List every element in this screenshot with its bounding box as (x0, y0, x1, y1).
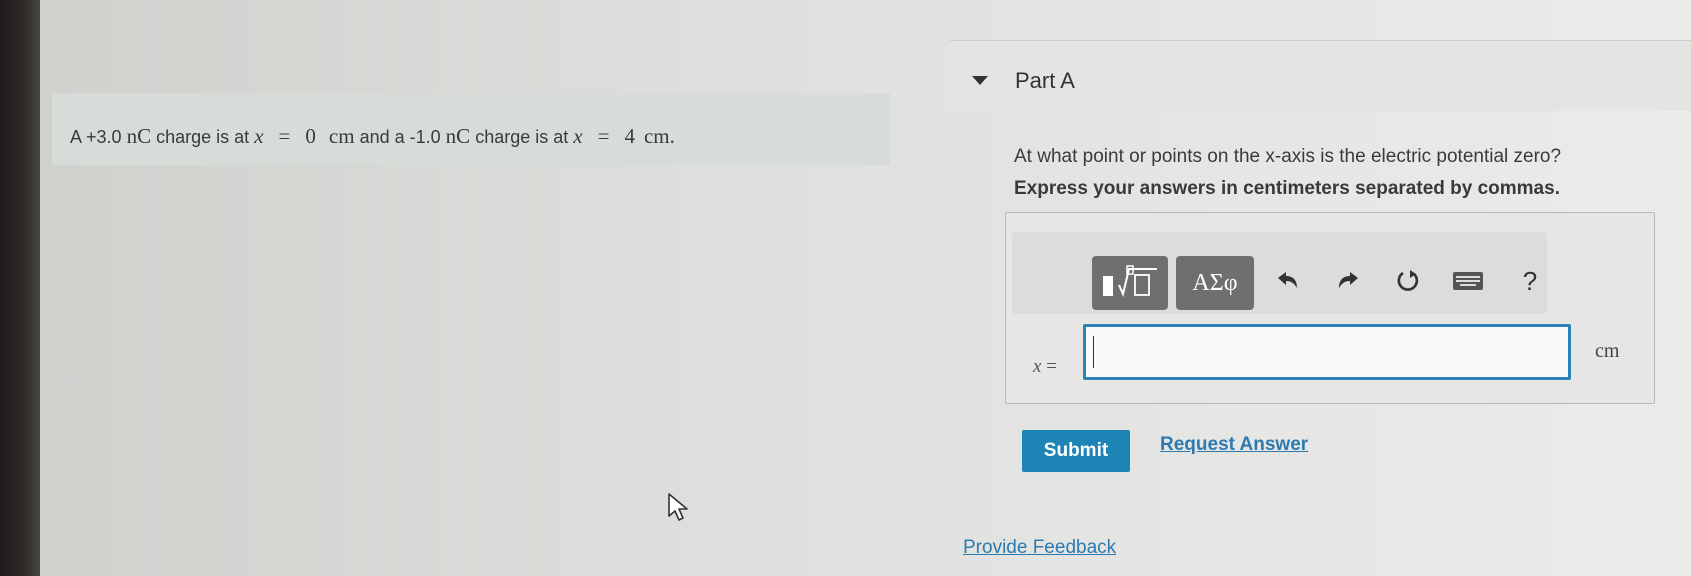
question-text: At what point or points on the x-axis is… (1014, 146, 1562, 167)
problem-period: . (669, 124, 675, 148)
part-title[interactable]: Part A (1015, 68, 1075, 94)
position1-value: 0 (305, 124, 316, 148)
undo-icon[interactable] (1271, 262, 1305, 300)
keyboard-icon[interactable] (1451, 262, 1485, 300)
position1-unit: cm (328, 124, 355, 148)
problem-mid1: charge is at (156, 127, 250, 147)
position2-unit: cm (643, 124, 670, 148)
equals-2: = (597, 124, 610, 148)
answer-variable-label: x = (1033, 356, 1057, 378)
answer-unit: cm (1595, 340, 1620, 362)
provide-feedback-link[interactable]: Provide Feedback (963, 537, 1116, 559)
redo-icon[interactable] (1331, 262, 1365, 300)
mouse-pointer-icon (667, 492, 689, 527)
equals-1: = (278, 124, 291, 148)
symbols-button[interactable]: ΑΣφ (1176, 256, 1254, 310)
reset-icon[interactable] (1391, 262, 1425, 300)
text-cursor (1093, 336, 1094, 368)
request-answer-link[interactable]: Request Answer (1160, 434, 1308, 456)
var-x-1: x (254, 124, 264, 148)
answer-input[interactable] (1083, 324, 1571, 380)
answer-variable: x (1033, 356, 1042, 377)
instruction-text: Express your answers in centimeters sepa… (1014, 178, 1560, 199)
problem-mid2: and a -1.0 (359, 127, 441, 147)
position2-value: 4 (624, 124, 635, 148)
problem-mid3: charge is at (475, 127, 569, 147)
screen-bezel (0, 0, 40, 576)
collapse-caret-icon[interactable] (972, 76, 988, 85)
problem-prefix: A +3.0 (70, 127, 122, 147)
templates-icon (1103, 265, 1157, 298)
var-x-2: x (573, 124, 583, 148)
problem-statement: A +3.0 nC charge is at x = 0 cm and a -1… (70, 124, 675, 149)
templates-button[interactable] (1092, 256, 1168, 310)
answer-equals: = (1046, 356, 1057, 377)
help-button[interactable]: ? (1513, 262, 1547, 300)
submit-button[interactable]: Submit (1022, 430, 1130, 472)
charge1-unit: nC (126, 124, 152, 148)
charge2-unit: nC (445, 124, 471, 148)
